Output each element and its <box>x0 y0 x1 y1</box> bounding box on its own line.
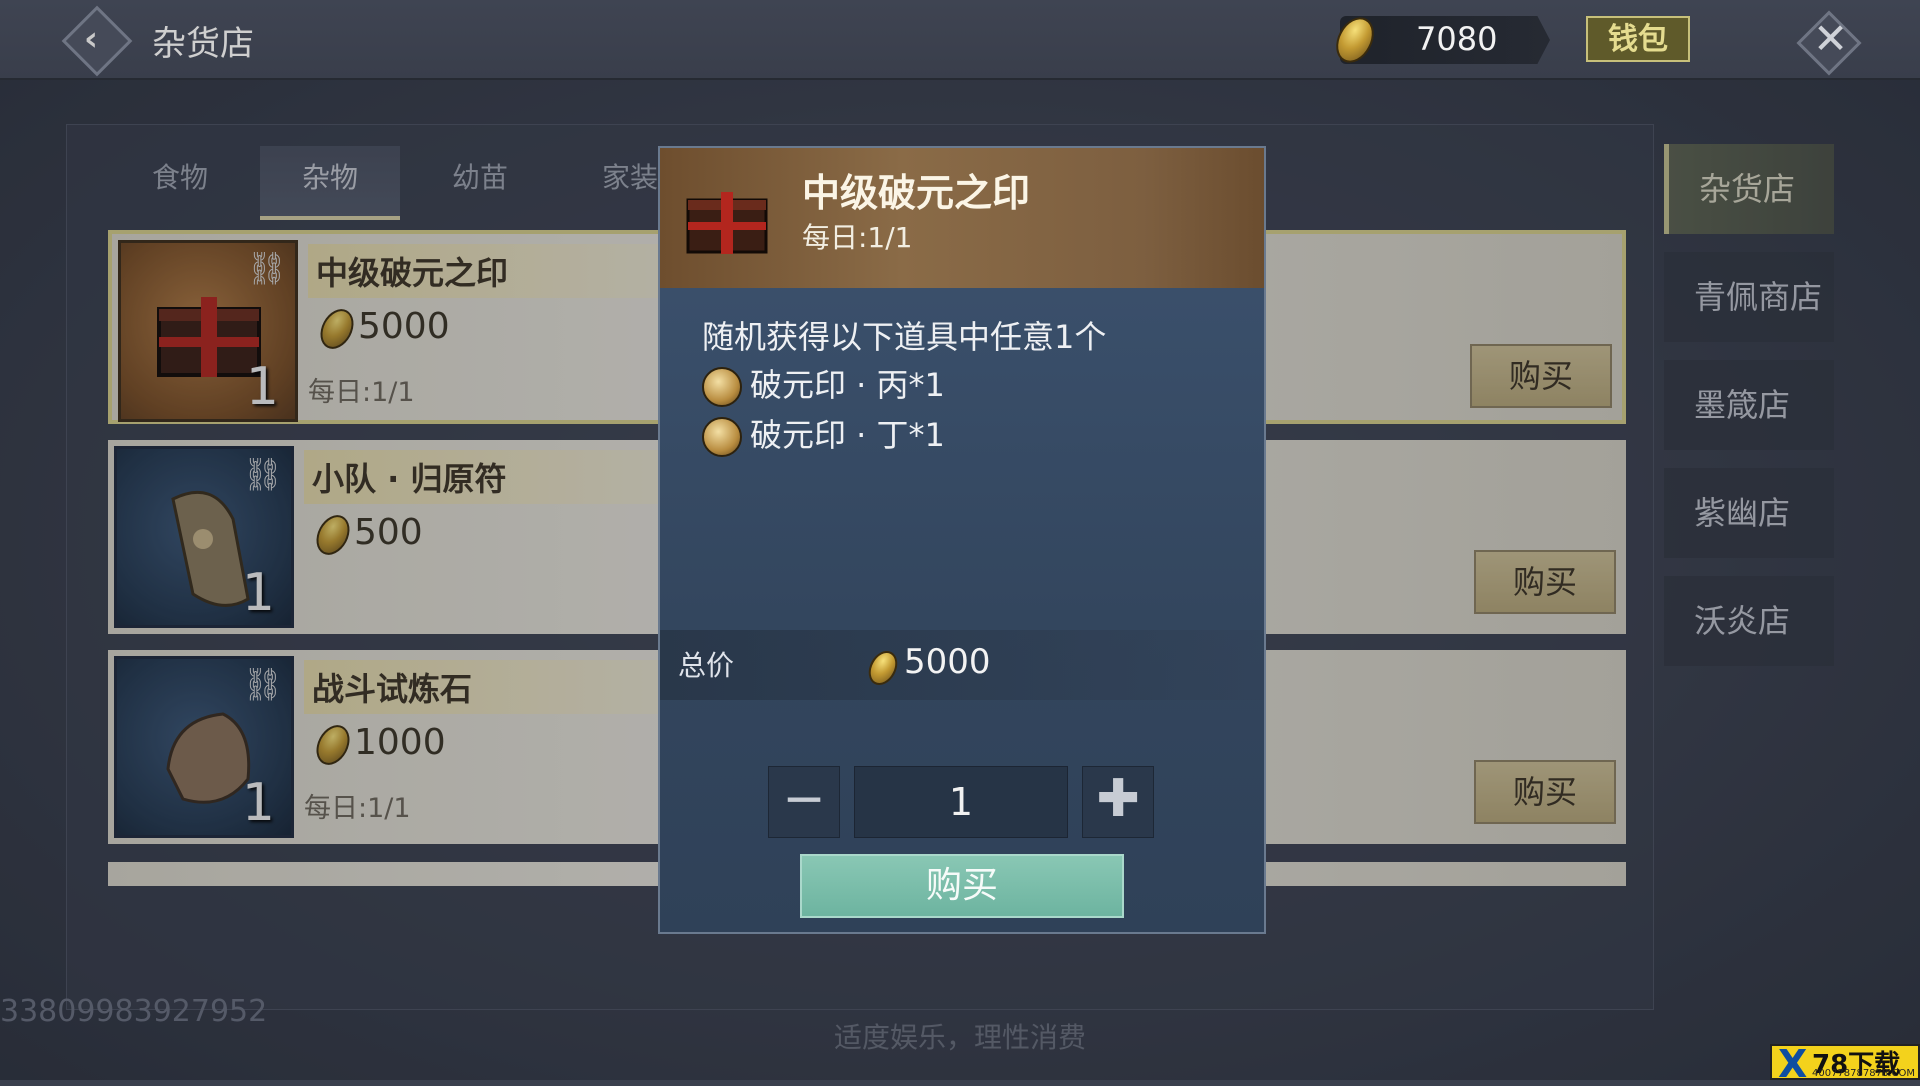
currency-amount: 7080 <box>1416 20 1498 58</box>
site-watermark-logo: X 78下载 400778787878.COM <box>1770 1042 1920 1086</box>
dialog-description: 随机获得以下道具中任意1个 <box>702 318 1107 356</box>
close-button[interactable]: ✕ <box>1796 10 1862 76</box>
purchase-dialog: 中级破元之印 每日:1/1 随机获得以下道具中任意1个 破元印 · 丙*1 破元… <box>658 146 1266 934</box>
logo-subtext: 400778787878.COM <box>1812 1068 1916 1079</box>
seal-box-icon <box>686 192 768 254</box>
reward-label: 破元印 · 丁*1 <box>750 416 945 454</box>
logo-brand: X <box>1778 1042 1808 1086</box>
wallet-button[interactable]: 钱包 <box>1586 16 1690 62</box>
total-value: 5000 <box>904 642 991 682</box>
confirm-buy-button[interactable]: 购买 <box>800 854 1124 918</box>
reward-label: 破元印 · 丙*1 <box>750 366 945 404</box>
dialog-title: 中级破元之印 <box>802 171 1031 215</box>
back-button[interactable]: ‹ <box>61 5 133 77</box>
dialog-daily-limit: 每日:1/1 <box>802 221 913 254</box>
quantity-decrease-button[interactable]: − <box>768 766 840 838</box>
reward-item: 破元印 · 丁*1 <box>702 410 945 457</box>
quantity-field[interactable]: 1 <box>854 766 1068 838</box>
total-label: 总价 <box>678 649 735 682</box>
reward-badge-icon <box>702 367 742 407</box>
top-bar: ‹ 杂货店 7080 钱包 ✕ <box>0 0 1920 80</box>
back-icon: ‹ <box>84 19 99 59</box>
close-icon: ✕ <box>1813 14 1849 63</box>
page-title: 杂货店 <box>152 24 254 64</box>
reward-item: 破元印 · 丙*1 <box>702 360 945 407</box>
quantity-increase-button[interactable]: ✚ <box>1082 766 1154 838</box>
reward-badge-icon <box>702 417 742 457</box>
dialog-header: 中级破元之印 每日:1/1 <box>660 148 1264 288</box>
